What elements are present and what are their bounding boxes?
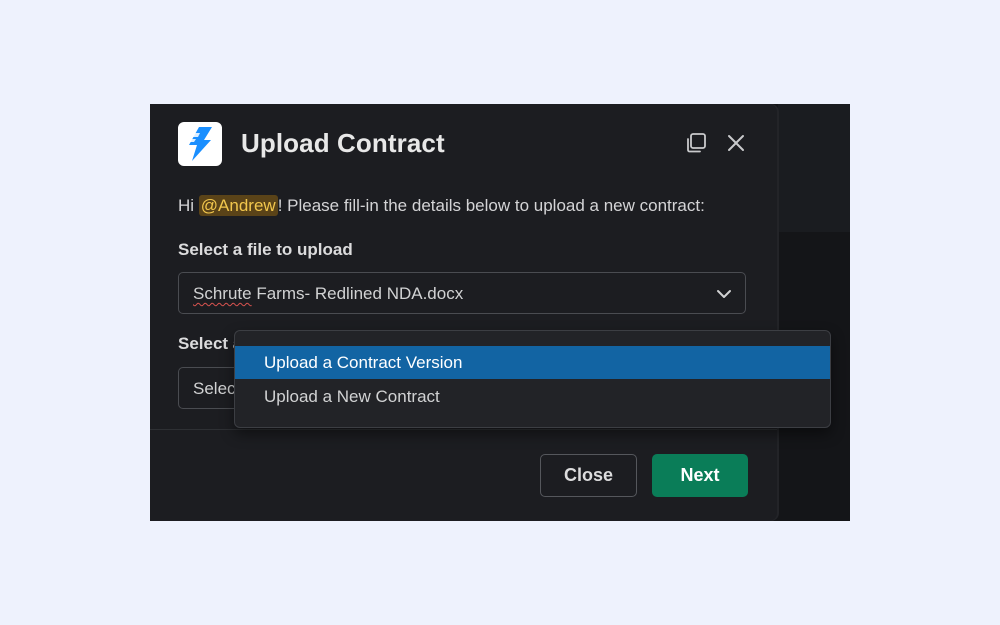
- intro-suffix: ! Please fill-in the details below to up…: [277, 196, 705, 215]
- file-field-label: Select a file to upload: [178, 240, 353, 259]
- user-mention[interactable]: @Andrew: [198, 195, 278, 216]
- file-select[interactable]: Schrute Farms- Redlined NDA.docx: [178, 272, 746, 314]
- close-icon: [728, 135, 744, 151]
- file-name-part1: Schrute: [193, 284, 252, 303]
- lightning-bolt-icon: [189, 127, 212, 161]
- option-upload-new-contract[interactable]: Upload a New Contract: [235, 380, 830, 413]
- modal-title: Upload Contract: [241, 128, 445, 158]
- backdrop-panel: [778, 104, 850, 232]
- popout-button[interactable]: [684, 131, 708, 155]
- action-select-placeholder: Selec: [193, 379, 236, 398]
- action-dropdown-menu: Upload a Contract Version Upload a New C…: [234, 330, 831, 428]
- next-button[interactable]: Next: [652, 454, 748, 497]
- upload-contract-modal: Upload Contract Hi @Andrew! Please fill-…: [150, 104, 777, 521]
- action-field-label: Select a: [178, 334, 243, 353]
- popout-window-icon: [687, 133, 706, 153]
- file-name-part2: Farms- Redlined NDA.docx: [251, 284, 464, 303]
- option-upload-contract-version[interactable]: Upload a Contract Version: [235, 346, 830, 379]
- close-modal-button[interactable]: [724, 131, 748, 155]
- intro-prefix: Hi: [178, 196, 199, 215]
- app-icon: [178, 122, 222, 166]
- footer-divider: [150, 429, 777, 430]
- close-button[interactable]: Close: [540, 454, 637, 497]
- chevron-down-icon: [717, 290, 731, 298]
- file-select-value: Schrute Farms- Redlined NDA.docx: [193, 284, 463, 304]
- intro-text: Hi @Andrew! Please fill-in the details b…: [178, 195, 705, 216]
